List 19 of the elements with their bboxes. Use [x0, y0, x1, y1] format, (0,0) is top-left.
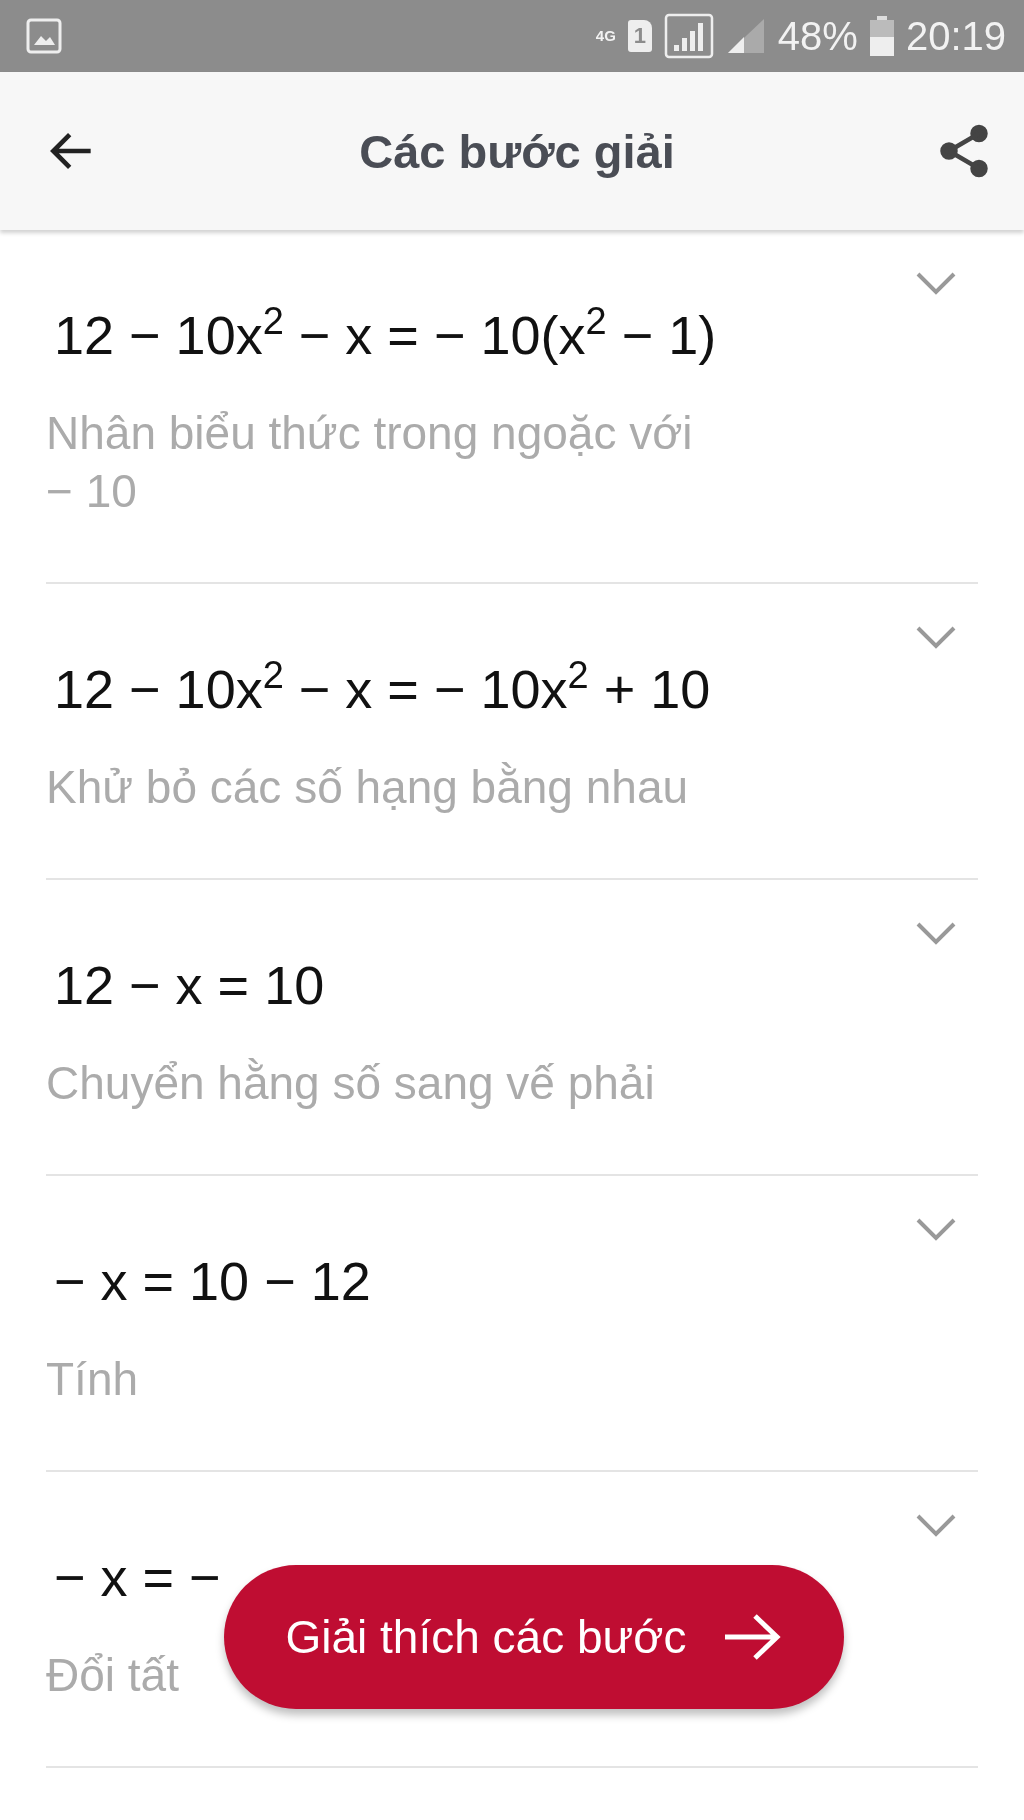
- equation: 12 − 10x$^{2}$ − x = − 10(x$^{2}$ − 1): [54, 299, 717, 367]
- gallery-icon: [26, 18, 62, 54]
- step-explanation: Chuyển hằng số sang vế phải: [46, 1056, 656, 1111]
- clock: 20:19: [905, 13, 1006, 59]
- step-explanation: Nhân biểu thức trong ngoặc với − 10: [46, 406, 694, 519]
- network-type: 4G: [595, 29, 616, 43]
- equation: − x = −: [54, 1546, 221, 1609]
- battery-icon: [869, 16, 894, 56]
- equation: 12 − 10x$^{2}$ − x = − 10x$^{2}$ + 10: [54, 653, 711, 721]
- signal-icon: [663, 13, 714, 59]
- equation: 12 − x = 10: [54, 954, 325, 1017]
- step-explanation: Tính: [46, 1352, 140, 1407]
- explain-steps-button[interactable]: Giải thích các bước: [224, 1565, 844, 1709]
- battery-level: 48%: [777, 13, 858, 59]
- step-explanation: Khử bỏ các số hạng bằng nhau: [46, 760, 690, 815]
- equation: − x = 10 − 12: [54, 1250, 371, 1313]
- page-title: Các bước giải: [358, 123, 676, 179]
- sim-icon: 1: [627, 20, 652, 52]
- step-explanation: Đổi tất: [46, 1648, 180, 1703]
